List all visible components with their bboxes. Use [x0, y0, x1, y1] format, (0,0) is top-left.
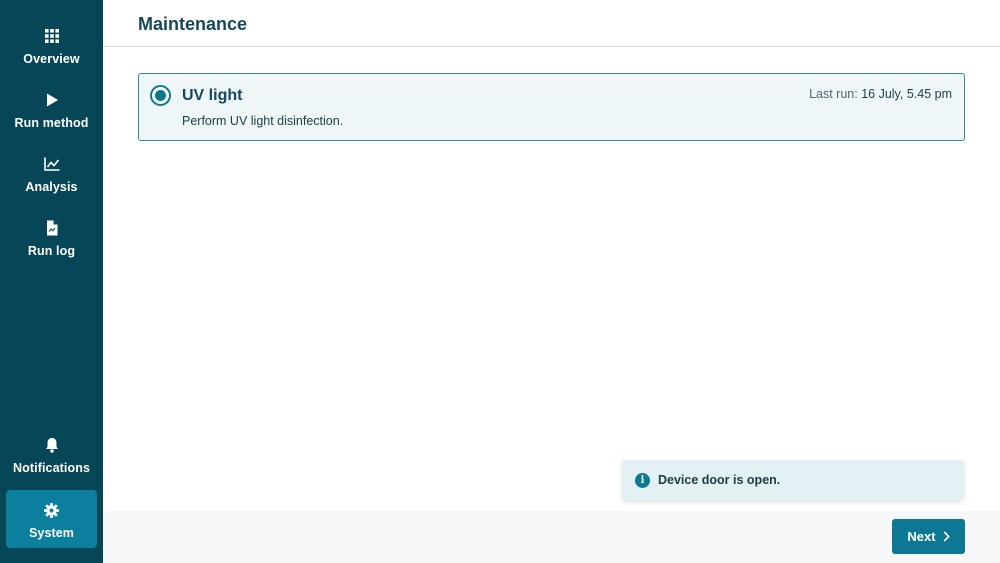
- bell-icon: [44, 437, 60, 453]
- chart-line-icon: [43, 156, 60, 172]
- sidebar-item-label: Run method: [14, 116, 89, 130]
- page-header: Maintenance: [103, 0, 1000, 47]
- grid-icon: [44, 28, 60, 44]
- sidebar-item-run-method[interactable]: Run method: [0, 92, 103, 130]
- sidebar-item-label: Notifications: [13, 461, 90, 475]
- notification-message: Device door is open.: [658, 473, 781, 487]
- footer-bar: [103, 511, 1000, 563]
- option-title: UV light: [182, 87, 243, 104]
- play-icon: [44, 92, 60, 108]
- last-run-label: Last run:: [809, 87, 858, 101]
- sidebar-item-overview[interactable]: Overview: [0, 28, 103, 66]
- sidebar-item-label: Run log: [27, 244, 76, 258]
- option-description: Perform UV light disinfection.: [182, 114, 344, 128]
- device-door-notification: i Device door is open.: [622, 460, 964, 500]
- file-icon: [44, 220, 60, 236]
- page-title: Maintenance: [138, 14, 248, 34]
- last-run-value: 16 July, 5.45 pm: [861, 87, 952, 101]
- sidebar-item-run-log[interactable]: Run log: [0, 220, 103, 258]
- sidebar-item-label: System: [28, 526, 75, 540]
- radio-selected-dot: [155, 90, 166, 101]
- sidebar-item-label: Overview: [23, 52, 80, 66]
- sidebar-item-system[interactable]: System: [6, 490, 97, 548]
- sidebar: Overview Run method Analysis Run log Not…: [0, 0, 103, 563]
- uv-light-radio[interactable]: [150, 85, 171, 106]
- next-button[interactable]: Next: [892, 519, 965, 554]
- maintenance-option-uv-light[interactable]: UV light Perform UV light disinfection. …: [138, 73, 965, 141]
- chevron-right-icon: [943, 531, 950, 542]
- gear-icon: [44, 502, 60, 518]
- info-icon: i: [635, 472, 650, 488]
- sidebar-item-label: Analysis: [25, 180, 78, 194]
- last-run-info: Last run: 16 July, 5.45 pm: [809, 87, 952, 101]
- sidebar-item-analysis[interactable]: Analysis: [0, 156, 103, 194]
- sidebar-item-notifications[interactable]: Notifications: [0, 437, 103, 475]
- next-button-label: Next: [907, 529, 936, 544]
